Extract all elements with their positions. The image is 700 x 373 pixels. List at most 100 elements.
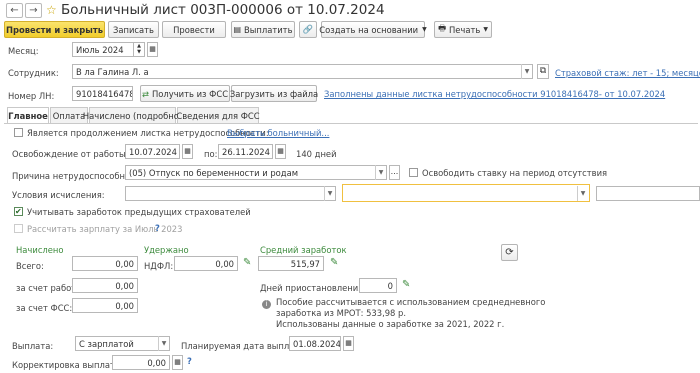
- employee-open-button[interactable]: ⧉: [537, 64, 549, 79]
- correction-calc-button[interactable]: ▦: [172, 355, 183, 370]
- avg-field: 515,97: [258, 256, 324, 271]
- calculator-icon: ▦: [174, 358, 181, 366]
- note-line-1: Пособие рассчитывается с использованием …: [276, 297, 546, 307]
- conditions-dropdown-1[interactable]: ▼: [324, 186, 335, 201]
- employee-label: Сотрудник:: [8, 68, 59, 78]
- get-fss-button[interactable]: ⇄ Получить из ФСС: [140, 85, 230, 102]
- planned-date-input[interactable]: 01.08.2024: [289, 336, 341, 351]
- arrow-left-icon: ←: [10, 5, 19, 16]
- note-line-3: Использованы данные о заработке за 2021,…: [276, 319, 505, 329]
- payment-input[interactable]: С зарплатой: [75, 336, 170, 351]
- calendar-icon: ▦: [345, 339, 352, 347]
- chevron-down-icon: ▼: [524, 68, 530, 75]
- consider-label: Учитывать заработок предыдущих страховат…: [27, 207, 251, 217]
- payment-label: Выплата:: [12, 341, 54, 351]
- month-label: Месяц:: [8, 46, 39, 56]
- edit-ndfl-icon[interactable]: ✎: [243, 257, 251, 268]
- ln-label: Номер ЛН:: [8, 91, 55, 101]
- conditions-input-1[interactable]: [125, 186, 336, 201]
- consider-checkbox[interactable]: [14, 207, 23, 216]
- paperclip-icon: 🔗: [302, 24, 314, 34]
- post-button[interactable]: Провести: [162, 21, 226, 38]
- accrued-header: Начислено: [16, 245, 64, 255]
- free-rate-label: Освободить ставку на период отсутствия: [422, 168, 608, 178]
- tab-accrued-detailed[interactable]: Начислено (подробно): [83, 107, 182, 123]
- forward-button[interactable]: →: [25, 3, 42, 18]
- chevron-down-icon: ▼: [327, 190, 333, 197]
- calendar-icon: ▦: [184, 147, 191, 155]
- edit-idle-icon[interactable]: ✎: [402, 279, 410, 290]
- load-file-button[interactable]: Загрузить из файла: [230, 85, 318, 102]
- ndfl-label: НДФЛ:: [144, 261, 174, 271]
- continuation-checkbox[interactable]: [14, 128, 23, 137]
- tab-divider: [4, 123, 698, 124]
- reason-dropdown[interactable]: ▼: [375, 165, 386, 180]
- note-line-2: заработка из МРОТ: 533,98 р.: [276, 308, 407, 318]
- refresh-button[interactable]: ⟳: [501, 244, 518, 261]
- calc-salary-checkbox[interactable]: [14, 224, 23, 233]
- payment-dropdown[interactable]: ▼: [158, 336, 169, 351]
- post-close-button[interactable]: Провести и закрыть: [4, 21, 105, 38]
- pay-button[interactable]: ▤ Выплатить: [231, 21, 295, 38]
- conditions-label: Условия исчисления:: [12, 190, 105, 200]
- dropdown-arrow-icon: ▼: [422, 26, 427, 33]
- dropdown-arrow-icon: ▼: [483, 26, 488, 33]
- total-field: 0,00: [72, 256, 138, 271]
- calendar-icon: ▦: [277, 147, 284, 155]
- info-icon: i: [262, 300, 271, 309]
- attach-button[interactable]: 🔗: [299, 21, 317, 38]
- window-title: Больничный лист 003П-000006 от 10.07.202…: [61, 2, 385, 18]
- create-based-button[interactable]: Создать на основании ▼: [319, 21, 427, 38]
- month-input[interactable]: Июль 2024: [72, 42, 134, 57]
- choose-sick-link[interactable]: Выбрать больничный...: [227, 128, 329, 138]
- fss-label: за счет ФСС:: [16, 303, 73, 313]
- tab-fss-info[interactable]: Сведения для ФСС: [176, 107, 260, 123]
- month-spinner[interactable]: ▲ ▼: [134, 42, 145, 57]
- edit-avg-icon[interactable]: ✎: [330, 257, 338, 268]
- printer-icon: 🖶: [438, 22, 446, 33]
- reason-select-button[interactable]: ...: [389, 165, 400, 180]
- free-rate-checkbox[interactable]: [409, 168, 418, 177]
- fss-field: 0,00: [72, 298, 138, 313]
- ln-input[interactable]: 91018416478: [72, 86, 133, 101]
- withheld-header: Удержано: [144, 245, 189, 255]
- to-label: по:: [204, 149, 218, 159]
- open-icon: ⧉: [539, 66, 547, 76]
- employee-input[interactable]: В ла Галина Л. а: [72, 64, 533, 79]
- chevron-down-icon: ▼: [378, 169, 384, 176]
- help-icon[interactable]: ?: [155, 223, 160, 233]
- conditions-input-3[interactable]: [596, 186, 700, 201]
- correction-help-icon[interactable]: ?: [187, 356, 192, 366]
- save-button[interactable]: Записать: [108, 21, 159, 38]
- star-icon[interactable]: ☆: [46, 3, 57, 17]
- total-label: Всего:: [16, 261, 44, 271]
- chevron-down-icon: ▼: [161, 340, 167, 347]
- back-button[interactable]: ←: [6, 3, 23, 18]
- correction-input[interactable]: 0,00: [112, 355, 170, 370]
- release-label: Освобождение от работы с:: [12, 149, 136, 159]
- reason-input[interactable]: (05) Отпуск по беременности и родам: [125, 165, 387, 180]
- chevron-down-icon: ▼: [580, 190, 586, 197]
- print-button[interactable]: 🖶 Печать ▼: [434, 21, 492, 38]
- planned-date-calendar[interactable]: ▦: [343, 336, 354, 351]
- idle-days-field[interactable]: 0: [359, 278, 397, 293]
- days-count: 140 дней: [296, 149, 337, 159]
- conditions-input-2[interactable]: [342, 184, 590, 202]
- calendar-icon: ▦: [149, 45, 156, 53]
- date-from-calendar[interactable]: ▦: [182, 144, 193, 159]
- conditions-dropdown-2[interactable]: ▼: [577, 186, 588, 201]
- insurance-link[interactable]: Страховой стаж: лет - 15; месяцев - 2,: [555, 68, 700, 78]
- date-from-input[interactable]: 10.07.2024: [125, 144, 180, 159]
- correction-label: Корректировка выплаты:: [12, 360, 125, 370]
- employee-dropdown[interactable]: ▼: [521, 64, 532, 79]
- date-to-input[interactable]: 26.11.2024: [218, 144, 273, 159]
- fss-icon: ⇄: [141, 88, 149, 99]
- refresh-icon: ⟳: [505, 247, 514, 258]
- month-calendar-button[interactable]: ▦: [147, 42, 158, 57]
- employer-field: 0,00: [72, 278, 138, 293]
- avg-header: Средний заработок: [260, 245, 347, 255]
- tab-main[interactable]: Главное: [7, 107, 49, 123]
- filled-data-link[interactable]: Заполнены данные листка нетрудоспособнос…: [324, 89, 665, 99]
- arrow-right-icon: →: [29, 5, 38, 16]
- date-to-calendar[interactable]: ▦: [275, 144, 286, 159]
